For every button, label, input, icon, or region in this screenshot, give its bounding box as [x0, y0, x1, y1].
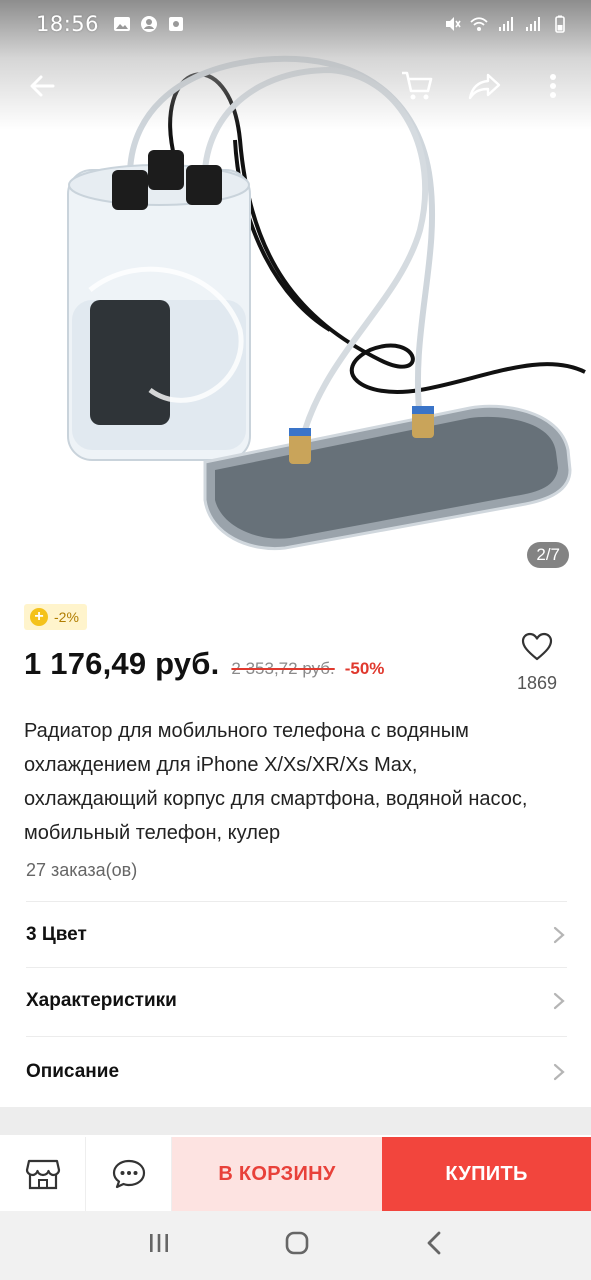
coin-discount-badge: + -2%: [24, 604, 87, 630]
top-navigation: [0, 62, 591, 110]
signal-icon: [526, 17, 540, 31]
gallery-icon: [114, 17, 131, 31]
recent-apps-button[interactable]: [147, 1231, 171, 1260]
camera-icon: [169, 17, 184, 31]
chat-button[interactable]: [86, 1137, 172, 1211]
back-button[interactable]: [22, 66, 62, 106]
share-icon: [468, 73, 501, 100]
more-button[interactable]: [533, 66, 573, 106]
buy-now-button[interactable]: КУПИТЬ: [382, 1137, 591, 1211]
price-row: 1 176,49 руб. 2 353,72 руб. -50%: [24, 646, 569, 682]
product-title: Радиатор для мобильного телефона с водян…: [24, 720, 528, 844]
current-price: 1 176,49 руб.: [24, 646, 220, 681]
share-button[interactable]: [465, 66, 505, 106]
home-icon: [286, 1231, 309, 1255]
store-icon: [25, 1159, 60, 1190]
heart-icon: [521, 632, 553, 661]
discount-percent: -50%: [344, 659, 385, 678]
orders-count: 27 заказа(ов): [26, 860, 138, 880]
chevron-right-icon: [553, 1063, 565, 1080]
option-label: Характеристики: [26, 989, 177, 1011]
option-label: 3 Цвет: [26, 923, 87, 945]
wifi-icon: [470, 17, 488, 31]
wishlist-button[interactable]: 1869: [513, 632, 561, 694]
price-section: + -2% 1 176,49 руб. 2 353,72 руб. -50% 1…: [24, 604, 569, 693]
store-button[interactable]: [0, 1137, 86, 1211]
bottom-action-bar: В КОРЗИНУ КУПИТЬ: [0, 1137, 591, 1211]
signal-icon: [499, 17, 513, 31]
original-price: 2 353,72 руб.: [231, 659, 335, 678]
option-row-specifications[interactable]: Характеристики: [26, 967, 567, 1033]
chat-icon: [112, 1159, 145, 1189]
home-button[interactable]: [284, 1230, 310, 1261]
plus-coin-icon: +: [30, 608, 48, 626]
status-time: 18:56: [36, 12, 100, 36]
chevron-left-icon: [427, 1231, 441, 1255]
system-back-button[interactable]: [424, 1230, 444, 1261]
add-to-cart-button[interactable]: В КОРЗИНУ: [172, 1137, 382, 1211]
account-icon: [141, 16, 158, 32]
back-arrow-icon: [30, 75, 55, 97]
battery-icon: [555, 15, 565, 33]
more-vert-icon: [550, 74, 556, 98]
option-row-description[interactable]: Описание: [26, 1036, 567, 1106]
wishlist-count: 1869: [516, 673, 558, 693]
coin-discount-label: -2%: [54, 609, 79, 625]
section-divider: [0, 1107, 591, 1135]
recent-apps-icon: [149, 1234, 168, 1252]
chevron-right-icon: [553, 992, 565, 1009]
cart-icon: [402, 71, 433, 100]
option-label: Описание: [26, 1060, 120, 1082]
option-row-color[interactable]: 3 Цвет: [26, 901, 567, 967]
image-counter: 2/7: [527, 542, 569, 568]
chevron-right-icon: [553, 926, 565, 943]
mute-icon: [446, 17, 461, 31]
status-bar: 18:56: [0, 0, 591, 48]
cart-button[interactable]: [397, 66, 437, 106]
system-navigation-bar: [0, 1211, 591, 1280]
